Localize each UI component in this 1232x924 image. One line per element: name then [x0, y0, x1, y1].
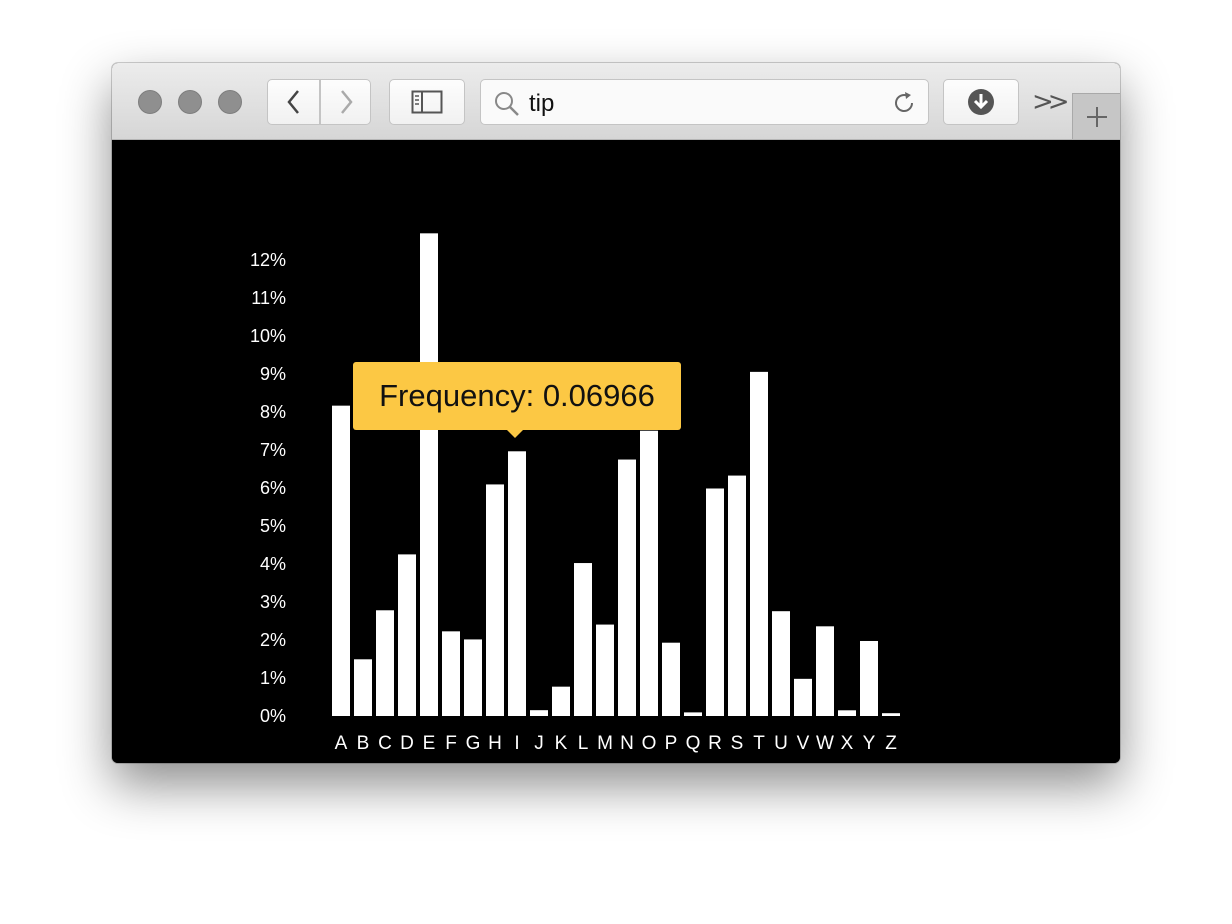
x-tick-label: C	[378, 733, 392, 754]
tooltip-arrow	[507, 430, 523, 438]
y-tick-label: 12%	[250, 250, 286, 270]
y-tick-label: 6%	[260, 478, 286, 498]
plus-icon	[1086, 106, 1107, 127]
toolbar-overflow-button[interactable]: >>	[1032, 87, 1069, 117]
x-tick-label: M	[597, 733, 613, 754]
sidebar-icon	[411, 90, 443, 114]
bar-o[interactable]	[640, 430, 658, 716]
bar-u[interactable]	[772, 611, 790, 716]
x-tick-label: Q	[686, 733, 701, 754]
browser-toolbar: tip >>	[112, 63, 1120, 140]
bar-g[interactable]	[464, 639, 482, 716]
y-tick-label: 5%	[260, 516, 286, 536]
reload-icon[interactable]	[890, 89, 918, 117]
y-tick-label: 3%	[260, 592, 286, 612]
bar-n[interactable]	[618, 459, 636, 716]
x-tick-label: N	[620, 733, 634, 754]
x-tick-label: T	[753, 733, 765, 754]
x-tick-label: V	[797, 733, 810, 754]
x-tick-label: O	[642, 733, 657, 754]
y-tick-label: 2%	[260, 630, 286, 650]
bar-c[interactable]	[376, 610, 394, 716]
x-tick-label: K	[555, 733, 568, 754]
y-tick-label: 10%	[250, 326, 286, 346]
download-icon	[968, 89, 994, 115]
x-tick-label: R	[708, 733, 722, 754]
bar-h[interactable]	[486, 484, 504, 716]
bar-z[interactable]	[882, 713, 900, 716]
x-tick-label: X	[841, 733, 854, 754]
x-tick-label: Y	[863, 733, 876, 754]
minimize-window-button[interactable]	[178, 90, 202, 114]
address-bar[interactable]: tip	[480, 79, 929, 125]
y-tick-label: 8%	[260, 402, 286, 422]
bar-l[interactable]	[574, 563, 592, 716]
downloads-button[interactable]	[943, 79, 1019, 125]
x-tick-label: F	[445, 733, 457, 754]
x-tick-label: D	[400, 733, 414, 754]
x-tick-label: G	[466, 733, 481, 754]
bar-y[interactable]	[860, 640, 878, 716]
y-tick-label: 1%	[260, 668, 286, 688]
x-tick-label: L	[578, 733, 589, 754]
page-content: 0% 1% 2% 3% 4% 5% 6% 7% 8% 9% 10% 11% 12% A B C D E F G H I J K…	[112, 140, 1120, 763]
bar-w[interactable]	[816, 626, 834, 716]
zoom-window-button[interactable]	[218, 90, 242, 114]
browser-window: tip >> 0% 1% 2% 3% 4% 5% 6% 7% 8% 9% 10% 11% 12% A B C D…	[112, 63, 1120, 763]
bar-q[interactable]	[684, 712, 702, 716]
bar-m[interactable]	[596, 624, 614, 716]
x-tick-label: H	[488, 733, 502, 754]
x-tick-label: J	[534, 733, 544, 754]
search-icon	[495, 92, 519, 116]
bar-j[interactable]	[530, 710, 548, 716]
x-tick-label: S	[731, 733, 744, 754]
frequency-tooltip: Frequency: 0.06966	[353, 362, 681, 430]
bar-x[interactable]	[838, 710, 856, 716]
x-tick-label: U	[774, 733, 788, 754]
y-tick-label: 11%	[251, 288, 286, 308]
address-text[interactable]: tip	[529, 90, 554, 118]
x-tick-label: I	[514, 733, 519, 754]
new-tab-button[interactable]	[1072, 93, 1120, 139]
bar-a[interactable]	[332, 405, 350, 716]
bar-p[interactable]	[662, 642, 680, 716]
y-tick-label: 9%	[260, 364, 286, 384]
bar-d[interactable]	[398, 554, 416, 716]
y-tick-label: 0%	[260, 706, 286, 726]
close-window-button[interactable]	[138, 90, 162, 114]
chevron-right-icon	[340, 90, 353, 114]
chevron-left-icon	[286, 90, 299, 114]
bar-f[interactable]	[442, 631, 460, 716]
bar-r[interactable]	[706, 488, 724, 716]
bar-i[interactable]	[508, 451, 526, 716]
bar-v[interactable]	[794, 678, 812, 716]
x-tick-label: W	[816, 733, 834, 754]
x-tick-label: P	[665, 733, 678, 754]
x-tick-label: Z	[885, 733, 897, 754]
y-tick-label: 4%	[260, 554, 286, 574]
x-tick-label: B	[357, 733, 370, 754]
bar-k[interactable]	[552, 686, 570, 716]
x-tick-label: E	[423, 733, 436, 754]
letter-frequency-chart: 0% 1% 2% 3% 4% 5% 6% 7% 8% 9% 10% 11% 12% A B C D E F G H I J K…	[250, 233, 900, 754]
y-tick-label: 7%	[260, 440, 286, 460]
bar-t[interactable]	[750, 371, 768, 716]
bar-e[interactable]	[420, 233, 438, 716]
back-button[interactable]	[267, 79, 320, 125]
sidebar-button[interactable]	[389, 79, 465, 125]
forward-button[interactable]	[320, 79, 371, 125]
bar-s[interactable]	[728, 475, 746, 716]
x-tick-label: A	[335, 733, 348, 754]
bar-b[interactable]	[354, 659, 372, 716]
